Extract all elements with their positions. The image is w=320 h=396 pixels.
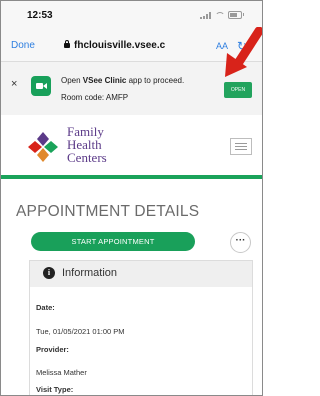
visit-type-label: Visit Type: — [36, 385, 74, 394]
information-card-title: Information — [62, 267, 118, 279]
battery-icon — [228, 11, 244, 19]
information-card-header: i Information — [30, 261, 252, 287]
date-value: Tue, 01/05/2021 01:00 PM — [36, 327, 125, 336]
start-appointment-button[interactable]: START APPOINTMENT — [31, 232, 195, 251]
banner-close-button[interactable]: × — [11, 78, 17, 90]
signal-icon — [200, 11, 212, 19]
more-options-button[interactable]: ··· — [230, 232, 251, 253]
url-text: fhclouisville.vsee.c — [74, 40, 166, 51]
family-health-centers-logo-icon[interactable] — [28, 132, 58, 162]
address-bar[interactable]: fhclouisville.vsee.c — [64, 40, 165, 51]
red-arrow-annotation — [225, 27, 262, 77]
phone-screen: 12:53 Done fhclouisville.vsee.c AA ↻ × O… — [0, 0, 263, 396]
logo-text-line-3: Centers — [67, 150, 107, 165]
wifi-icon — [215, 11, 225, 19]
date-label: Date: — [36, 303, 55, 312]
information-card: i Information Date: Tue, 01/05/2021 01:0… — [29, 260, 253, 395]
menu-button[interactable] — [230, 138, 252, 155]
provider-value: Melissa Mather — [36, 368, 87, 377]
banner-message: Open VSee Clinic app to proceed. — [61, 76, 185, 85]
provider-label: Provider: — [36, 345, 69, 354]
room-code: Room code: AMFP — [61, 93, 129, 102]
status-time: 12:53 — [27, 10, 53, 21]
vsee-app-icon — [31, 76, 51, 96]
site-header: Family Health Centers — [1, 115, 262, 175]
status-icons — [200, 11, 244, 19]
done-button[interactable]: Done — [11, 40, 35, 51]
info-icon: i — [43, 267, 55, 279]
lock-icon — [64, 40, 70, 48]
header-divider — [1, 175, 262, 179]
banner-app-name: VSee Clinic — [82, 76, 127, 85]
page-title: APPOINTMENT DETAILS — [16, 203, 200, 220]
